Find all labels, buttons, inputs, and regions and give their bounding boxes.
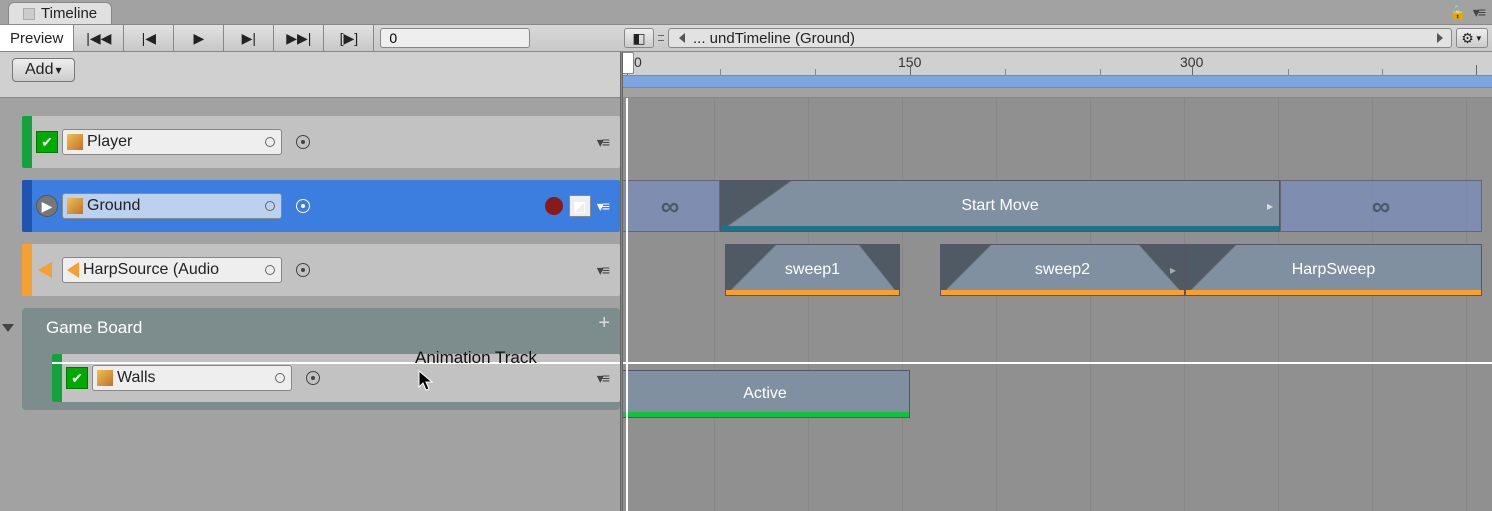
infinity-icon: ∞ [661,191,680,222]
audio-icon [38,262,52,278]
panel-splitter[interactable] [620,52,623,511]
preview-button[interactable]: Preview [0,25,74,51]
binding-field[interactable]: Ground [62,193,282,219]
track-menu-button[interactable] [597,134,610,151]
track-group-gameboard[interactable]: Game Board + [22,308,620,348]
marker-icon: ▸ [1267,199,1273,213]
gear-icon: ⚙ [1461,30,1474,47]
clip-sweep2[interactable]: sweep2 ▸ [940,244,1185,296]
timeline-tab[interactable]: Timeline [8,2,112,24]
infinity-icon: ∞ [1372,191,1391,222]
asset-name: ... undTimeline (Ground) [693,30,855,47]
clip-area[interactable]: ∞ Start Move ▸ ∞ sweep1 sweep2 [620,98,1492,511]
track-menu-button[interactable] [597,370,610,387]
gameobject-icon [67,198,83,214]
chevron-right-icon [1437,33,1443,43]
curves-button[interactable]: ◩ [569,195,591,217]
clip-sweep1[interactable]: sweep1 [725,244,900,296]
tab-bar: Timeline 🔒 [0,0,1492,24]
settings-button[interactable]: ⚙ ▼ [1456,28,1488,48]
object-picker-icon[interactable] [265,201,275,211]
gameobject-icon [67,134,83,150]
frame-input[interactable] [380,28,530,48]
drop-indicator [620,362,1492,364]
track-enable-toggle[interactable]: ▶ [36,195,58,217]
track-color-pill [22,116,32,168]
track-list-pane: ✔ Player ▶ Ground ◩ [0,98,620,511]
dropdown-caret-icon: ▾ [55,63,61,77]
binding-field[interactable]: Walls [92,365,292,391]
context-menu-icon[interactable] [1473,4,1486,21]
clip-harpsweep[interactable]: HarpSweep [1185,244,1482,296]
go-end-button[interactable]: ▶▶| [274,25,324,51]
binding-field[interactable]: HarpSource (Audio [62,257,282,283]
avatar-mask-icon[interactable] [296,135,310,149]
object-picker-icon[interactable] [265,137,275,147]
expand-caret-icon[interactable] [2,324,14,332]
timeline-asset-dropdown[interactable]: ... undTimeline (Ground) [668,28,1452,48]
marker-icon: ▸ [1170,263,1176,277]
object-picker-icon[interactable] [265,265,275,275]
avatar-mask-icon[interactable] [296,199,310,213]
track-menu-button[interactable] [597,262,610,279]
play-range-button[interactable]: [▶] [324,25,374,51]
track-enable-toggle[interactable]: ✔ [66,367,88,389]
gameobject-icon [97,370,113,386]
play-button[interactable]: ▶ [174,25,224,51]
track-ground[interactable]: ▶ Ground ◩ [22,180,620,232]
binding-field[interactable]: Player [62,129,282,155]
add-track-button[interactable]: Add▾ [12,58,75,82]
track-color-pill [22,180,32,232]
lock-icon[interactable]: 🔒 [1449,4,1466,21]
time-ruler[interactable]: 0 150 300 [620,52,1492,97]
track-menu-button[interactable] [597,198,610,215]
go-start-button[interactable]: |◀◀ [74,25,124,51]
tab-title: Timeline [41,5,97,22]
clip-post-extrapolate[interactable]: ∞ [1280,180,1482,232]
dropdown-caret-icon: ▼ [1475,34,1483,43]
mix-mode-button[interactable]: ◧ [624,28,654,48]
timeline-icon [23,8,35,20]
track-color-pill [22,244,32,296]
prev-frame-button[interactable]: |◀ [124,25,174,51]
clip-start-move[interactable]: Start Move ▸ [720,180,1280,232]
track-harpsource[interactable]: HarpSource (Audio [22,244,620,296]
clip-pre-extrapolate[interactable]: ∞ [620,180,720,232]
chevron-left-icon [679,33,685,43]
clip-active[interactable]: Active [620,370,910,418]
avatar-mask-icon[interactable] [306,371,320,385]
add-child-track-button[interactable]: + [598,312,610,335]
track-player[interactable]: ✔ Player [22,116,620,168]
timeline-toolbar: Preview |◀◀ |◀ ▶ ▶| ▶▶| [▶] ◧ ... undTim… [0,24,1492,52]
playhead-line [626,98,628,511]
object-picker-icon[interactable] [275,373,285,383]
next-frame-button[interactable]: ▶| [224,25,274,51]
ruler-label: 0 [634,54,642,70]
record-button[interactable] [545,197,563,215]
drop-indicator [52,362,620,364]
audio-icon [67,262,79,278]
avatar-mask-icon[interactable] [296,263,310,277]
window-corner-controls: 🔒 [1449,4,1486,21]
track-enable-toggle[interactable]: ✔ [36,131,58,153]
